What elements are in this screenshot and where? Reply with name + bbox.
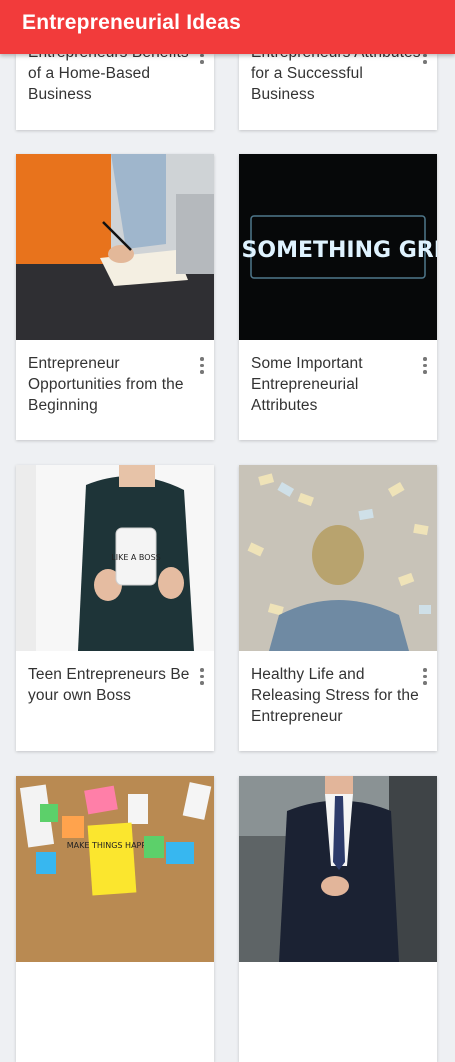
card-image: DO SOMETHING GREAT	[239, 154, 437, 340]
card-title: Some Important Entrepreneurial Attribute…	[251, 355, 363, 414]
article-card[interactable]: Healthy Life and Releasing Stress for th…	[239, 465, 437, 751]
card-image	[16, 154, 214, 340]
card-image: MAKE THINGS HAPPEN	[16, 776, 214, 962]
more-vert-icon[interactable]	[196, 668, 208, 688]
more-vert-icon[interactable]	[419, 357, 431, 377]
card-image	[239, 776, 437, 962]
article-card[interactable]: Entrepreneur Opportunities from the Begi…	[16, 154, 214, 440]
article-card[interactable]: Entrepreneurs Benefits of a Home-Based B…	[16, 54, 214, 130]
article-card[interactable]: DO SOMETHING GREAT Some Important Entrep…	[239, 154, 437, 440]
app-bar: Entrepreneurial Ideas	[0, 0, 455, 54]
article-card[interactable]: LIKE A BOSS Teen Entrepreneurs Be your o…	[16, 465, 214, 751]
more-vert-icon[interactable]	[196, 357, 208, 377]
sticky-note-text: MAKE THINGS HAPPEN	[67, 841, 157, 850]
article-card[interactable]	[239, 776, 437, 1062]
more-vert-icon[interactable]	[196, 54, 208, 67]
article-card[interactable]: MAKE THINGS HAPPEN	[16, 776, 214, 1062]
article-card[interactable]: Entrepreneurs Attributes for a Successfu…	[239, 54, 437, 130]
card-title: Teen Entrepreneurs Be your own Boss	[28, 666, 190, 704]
card-title: Entrepreneurs Attributes for a Successfu…	[251, 54, 420, 103]
app-title: Entrepreneurial Ideas	[22, 11, 241, 34]
card-title: Entrepreneurs Benefits of a Home-Based B…	[28, 54, 189, 103]
card-image: LIKE A BOSS	[16, 465, 214, 651]
mug-text: LIKE A BOSS	[111, 553, 160, 562]
more-vert-icon[interactable]	[419, 54, 431, 67]
card-title: Entrepreneur Opportunities from the Begi…	[28, 355, 184, 414]
more-vert-icon[interactable]	[419, 668, 431, 688]
card-title: Healthy Life and Releasing Stress for th…	[251, 666, 419, 725]
neon-sign-text: DO SOMETHING GREAT	[239, 238, 437, 263]
card-image	[239, 465, 437, 651]
